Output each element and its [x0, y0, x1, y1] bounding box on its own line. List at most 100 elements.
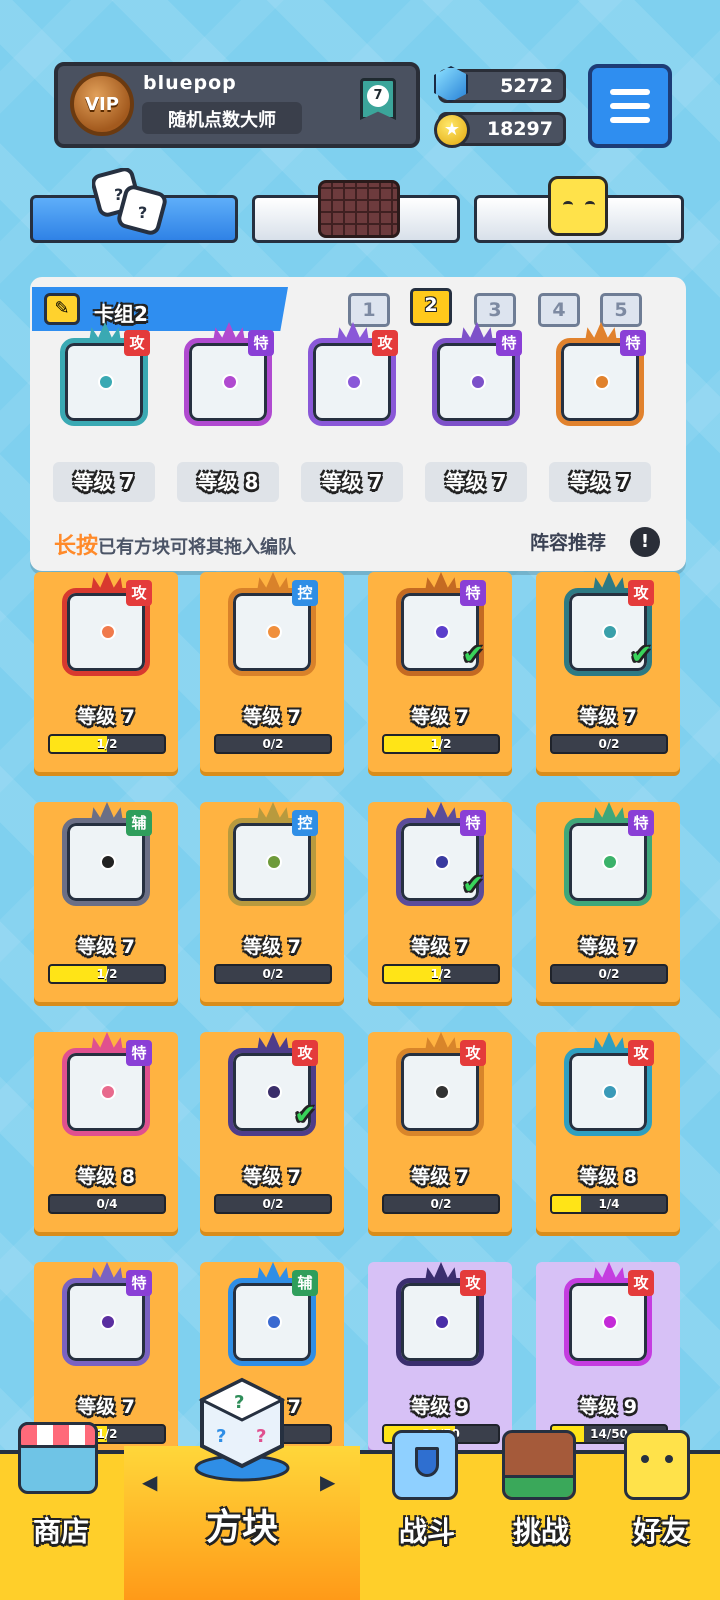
dice-card[interactable]: 攻 ✔ 等级 7 0/2 [200, 1032, 344, 1232]
dice-card[interactable]: 攻等级 7 0/2 [368, 1032, 512, 1232]
dice-card[interactable]: 攻等级 8 1/4 [536, 1032, 680, 1232]
battle-icon [392, 1430, 458, 1500]
card-7-pip [434, 854, 450, 870]
nav-next-arrow[interactable]: ▶ [320, 1470, 335, 1494]
menu-bar-1 [610, 89, 650, 95]
card-level-label: 等级 7 [77, 1396, 135, 1418]
dice-card[interactable]: 攻等级 9 14/50 [536, 1262, 680, 1450]
card-level-label: 等级 7 [243, 936, 301, 958]
deck-3-die[interactable]: 攻 [302, 322, 402, 426]
card-progress-text: 0/2 [598, 737, 620, 751]
card-9-pip [100, 1084, 116, 1100]
dice-card[interactable]: 特等级 8 0/4 [34, 1032, 178, 1232]
dice-card[interactable]: 攻等级 931/50 [368, 1262, 512, 1450]
info-icon[interactable]: ! [630, 527, 660, 557]
dice-card[interactable]: 攻 ✔ 等级 7 0/2 [536, 572, 680, 772]
hint-text: 已有方块可将其拖入编队 [98, 537, 297, 558]
card-10-die[interactable]: 攻 ✔ [222, 1032, 322, 1136]
card-8-die[interactable]: 特 [558, 802, 658, 906]
card-5-die[interactable]: 辅 [56, 802, 156, 906]
mystery-block-icon: ? ? ? [194, 1377, 290, 1482]
card-6-type-tag: 控 [292, 810, 318, 836]
deck-1-type-tag: 攻 [124, 330, 150, 356]
card-13-die[interactable]: 特 [56, 1262, 156, 1366]
nav-friends-label: 好友 [632, 1515, 689, 1548]
svg-text:?: ? [234, 1392, 244, 1413]
card-11-die[interactable]: 攻 [390, 1032, 490, 1136]
dice-card[interactable]: 攻等级 7 1/2 [34, 572, 178, 772]
board-tab-icon [318, 180, 400, 238]
card-level-label: 等级 8 [77, 1166, 135, 1188]
card-progress-bar: 1/2 [48, 734, 166, 754]
card-12-die[interactable]: 攻 [558, 1032, 658, 1136]
card-3-die[interactable]: 特 ✔ [390, 572, 490, 676]
card-progress-text: 1/4 [598, 1197, 620, 1211]
edit-pencil-icon[interactable]: ✎ [44, 293, 80, 325]
card-progress-bar: 0/2 [214, 1194, 332, 1214]
card-7-die[interactable]: 特 ✔ [390, 802, 490, 906]
card-level-label: 等级 7 [411, 936, 469, 958]
card-progress-text: 0/4 [96, 1197, 118, 1211]
card-level-label: 等级 7 [579, 936, 637, 958]
card-1-type-tag: 攻 [126, 580, 152, 606]
deck-5-die[interactable]: 特 [550, 322, 650, 426]
card-10-equipped-check-icon: ✔ [294, 1100, 316, 1130]
card-progress-bar: 0/2 [214, 964, 332, 984]
card-11-type-tag: 攻 [460, 1040, 486, 1066]
card-level-label: 等级 7 [579, 706, 637, 728]
nav-shop-label: 商店 [32, 1515, 89, 1548]
card-14-die[interactable]: 辅 [222, 1262, 322, 1366]
card-progress-text: 0/2 [430, 1197, 452, 1211]
dice-card[interactable]: 辅等级 7 1/2 [34, 802, 178, 1002]
card-4-die[interactable]: 攻 ✔ [558, 572, 658, 676]
deck-level-label: 等级 7 [53, 462, 155, 502]
rank-number: 7 [367, 85, 389, 107]
vip-badge[interactable]: VIP [70, 72, 134, 136]
nav-prev-arrow[interactable]: ◀ [142, 1470, 157, 1494]
card-level-label: 等级 9 [579, 1396, 637, 1418]
card-15-die[interactable]: 攻 [390, 1262, 490, 1366]
card-progress-bar: 1/2 [382, 734, 500, 754]
card-progress-bar: 0/2 [550, 964, 668, 984]
deck-2-type-tag: 特 [248, 330, 274, 356]
card-4-type-tag: 攻 [628, 580, 654, 606]
deck-2-pip [222, 374, 238, 390]
deck-1-pip [98, 374, 114, 390]
dice-card[interactable]: 控等级 7 0/2 [200, 802, 344, 1002]
hint-highlight: 长按 [54, 534, 99, 559]
card-12-type-tag: 攻 [628, 1040, 654, 1066]
svg-text:?: ? [114, 185, 123, 204]
nav-battle-label: 战斗 [398, 1515, 455, 1548]
card-6-die[interactable]: 控 [222, 802, 322, 906]
card-5-pip [100, 854, 116, 870]
card-progress-text: 0/2 [262, 967, 284, 981]
card-7-type-tag: 特 [460, 810, 486, 836]
dice-card[interactable]: 特等级 7 0/2 [536, 802, 680, 1002]
card-progress-bar: 1/2 [48, 964, 166, 984]
deck-1-die[interactable]: 攻 [54, 322, 154, 426]
card-2-pip [266, 624, 282, 640]
card-16-die[interactable]: 攻 [558, 1262, 658, 1366]
dice-card[interactable]: 控等级 7 0/2 [200, 572, 344, 772]
menu-bar-2 [610, 103, 650, 109]
dice-card[interactable]: 特 ✔ 等级 7 1/2 [368, 572, 512, 772]
card-16-pip [602, 1314, 618, 1330]
deck-4-die[interactable]: 特 [426, 322, 526, 426]
dice-card[interactable]: 特 ✔ 等级 7 1/2 [368, 802, 512, 1002]
card-9-die[interactable]: 特 [56, 1032, 156, 1136]
card-15-type-tag: 攻 [460, 1270, 486, 1296]
card-progress-text: 0/2 [598, 967, 620, 981]
card-14-type-tag: 辅 [292, 1270, 318, 1296]
card-2-die[interactable]: 控 [222, 572, 322, 676]
challenge-sign-icon [502, 1430, 576, 1500]
svg-text:?: ? [216, 1426, 226, 1447]
deck-slot-2[interactable]: 2 [410, 288, 452, 326]
menu-button[interactable] [588, 64, 672, 148]
lineup-recommend-link[interactable]: 阵容推荐 [530, 528, 606, 555]
card-progress-text: 1/2 [96, 967, 118, 981]
deck-level-label: 等级 7 [549, 462, 651, 502]
card-9-type-tag: 特 [126, 1040, 152, 1066]
deck-2-die[interactable]: 特 [178, 322, 278, 426]
card-1-die[interactable]: 攻 [56, 572, 156, 676]
card-8-type-tag: 特 [628, 810, 654, 836]
